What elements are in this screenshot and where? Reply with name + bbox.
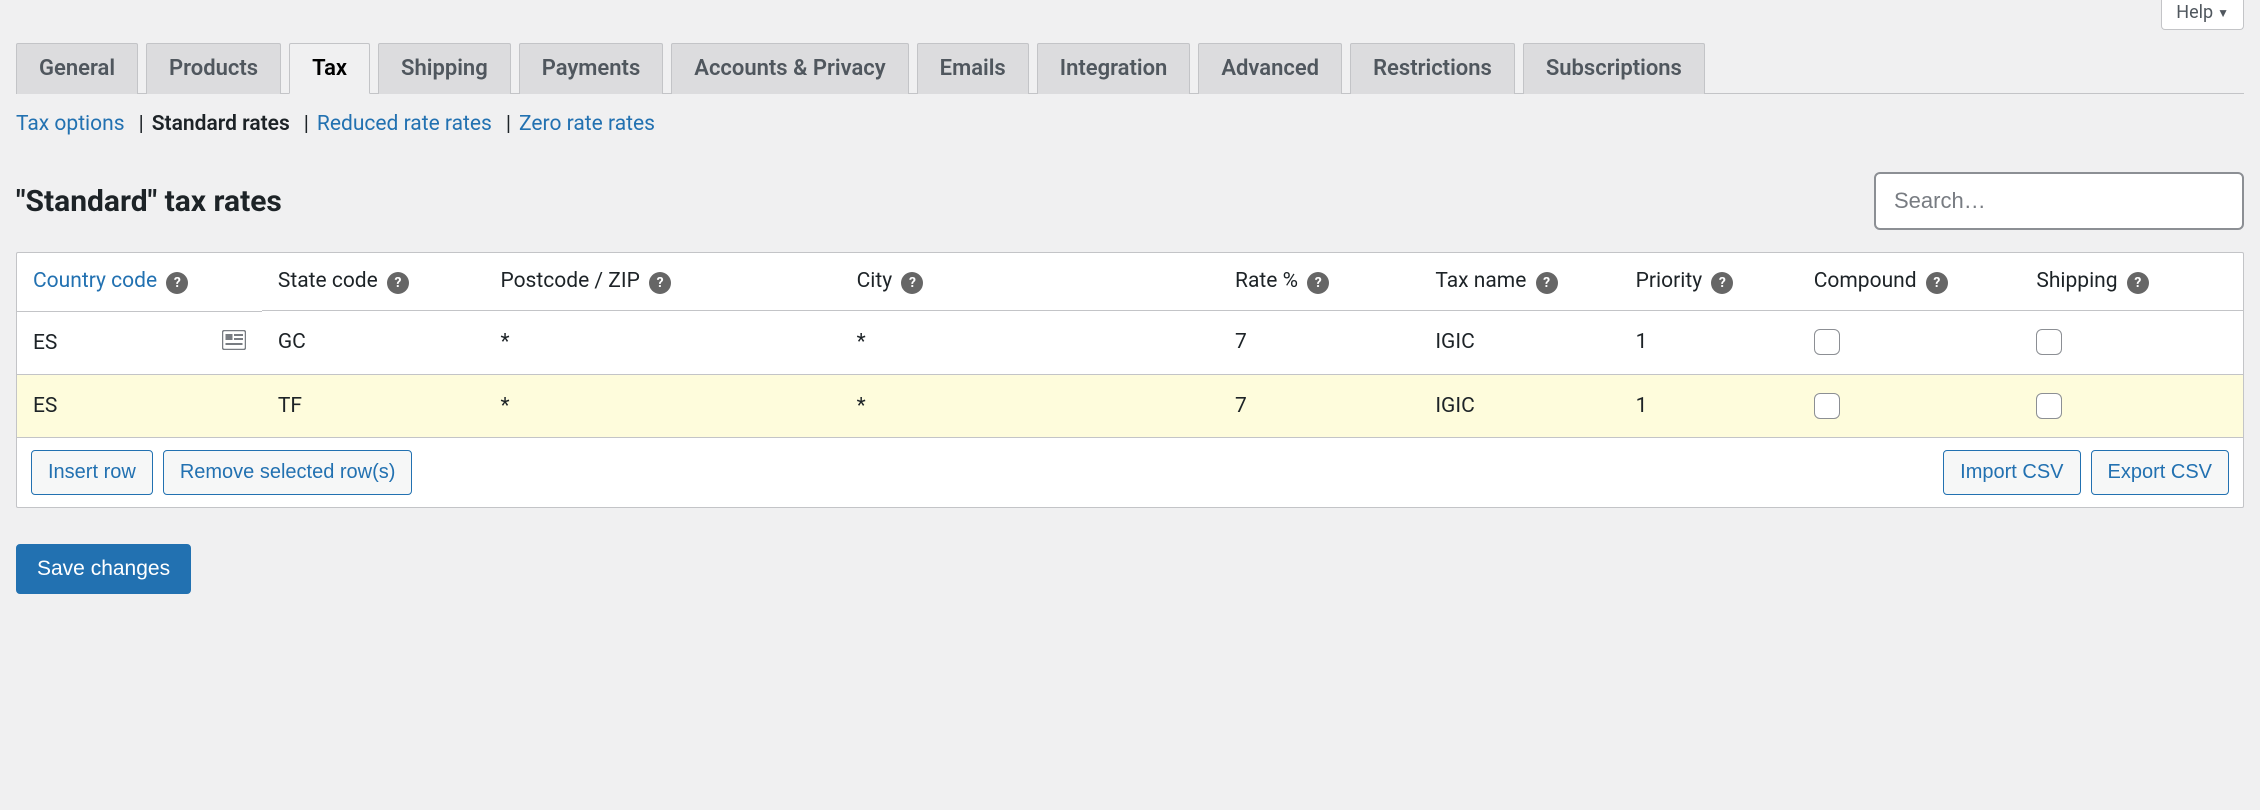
sub-tab-separator: | (498, 112, 519, 136)
cell-city[interactable]: * (841, 311, 1219, 375)
column-header-priority: Priority ? (1620, 253, 1798, 311)
sub-tab-standard-rates[interactable]: Standard rates (152, 112, 296, 136)
cell-city[interactable]: * (841, 374, 1219, 437)
cell-shipping (2020, 311, 2243, 375)
cell-compound (1798, 374, 2021, 437)
tab-subscriptions[interactable]: Subscriptions (1523, 43, 1705, 94)
cell-postcode-value: * (500, 394, 509, 418)
cell-city-value: * (857, 394, 866, 418)
sub-tab-tax-options[interactable]: Tax options (16, 112, 131, 136)
page-title: "Standard" tax rates (16, 184, 282, 219)
cell-rate[interactable]: 7 (1219, 374, 1419, 437)
sub-tab-separator: | (296, 112, 317, 136)
cell-country-code[interactable]: ES (17, 374, 262, 437)
cell-shipping-checkbox[interactable] (2036, 329, 2062, 355)
sub-tab-zero-rate-rates[interactable]: Zero rate rates (519, 112, 661, 136)
cell-compound-checkbox[interactable] (1814, 393, 1840, 419)
cell-shipping-checkbox[interactable] (2036, 393, 2062, 419)
column-header-label: Postcode / ZIP (500, 269, 639, 293)
sub-tab-separator: | (131, 112, 152, 136)
cell-state-code-value: GC (278, 330, 306, 354)
cell-compound (1798, 311, 2021, 375)
import-csv-button[interactable]: Import CSV (1943, 450, 2080, 495)
help-icon[interactable]: ? (1536, 272, 1558, 294)
cell-shipping (2020, 374, 2243, 437)
help-label: Help (2176, 2, 2213, 23)
column-header-label: City (857, 269, 893, 293)
cell-country-code-value: ES (33, 331, 57, 355)
column-header-city: City ? (841, 253, 1219, 311)
tab-general[interactable]: General (16, 43, 138, 94)
help-icon[interactable]: ? (1926, 272, 1948, 294)
help-tab[interactable]: Help ▼ (2161, 0, 2244, 30)
cell-tax-name[interactable]: IGIC (1419, 311, 1619, 375)
column-header-label: Rate % (1235, 269, 1298, 293)
tax-sub-tabs: Tax options|Standard rates|Reduced rate … (16, 112, 2244, 136)
column-header-country-code[interactable]: Country code ? (17, 253, 262, 311)
column-header-label: Compound (1814, 269, 1917, 293)
column-header-rate-: Rate % ? (1219, 253, 1419, 311)
save-changes-button[interactable]: Save changes (16, 544, 191, 594)
column-header-state-code: State code ? (262, 253, 485, 311)
cell-priority[interactable]: 1 (1620, 311, 1798, 375)
cell-tax-name-value: IGIC (1435, 394, 1474, 418)
settings-tabs: GeneralProductsTaxShippingPaymentsAccoun… (16, 42, 2244, 94)
help-icon[interactable]: ? (1711, 272, 1733, 294)
help-icon[interactable]: ? (166, 272, 188, 294)
cell-country-code[interactable]: ES (17, 311, 262, 374)
cell-rate-value: 7 (1235, 394, 1247, 418)
help-icon[interactable]: ? (649, 272, 671, 294)
tab-shipping[interactable]: Shipping (378, 43, 511, 94)
tab-accounts-privacy[interactable]: Accounts & Privacy (671, 43, 908, 94)
cell-city-value: * (857, 330, 866, 354)
tax-rates-table: Country code ?State code ?Postcode / ZIP… (17, 253, 2243, 507)
cell-state-code-value: TF (278, 394, 302, 418)
chevron-down-icon: ▼ (2217, 6, 2229, 20)
cell-compound-checkbox[interactable] (1814, 329, 1840, 355)
column-header-label: Country code (33, 269, 157, 293)
cell-priority-value: 1 (1636, 394, 1648, 418)
column-header-label: Shipping (2036, 269, 2117, 293)
cell-postcode-value: * (500, 330, 509, 354)
table-row[interactable]: ES TF * * 7 IGIC 1 (17, 374, 2243, 437)
tab-tax[interactable]: Tax (289, 43, 370, 94)
cell-rate-value: 7 (1235, 330, 1247, 354)
tab-restrictions[interactable]: Restrictions (1350, 43, 1515, 94)
cell-rate[interactable]: 7 (1219, 311, 1419, 375)
column-header-label: Priority (1636, 269, 1702, 293)
tab-payments[interactable]: Payments (519, 43, 664, 94)
table-row[interactable]: ES GC * * 7 IGIC 1 (17, 311, 2243, 375)
cell-tax-name-value: IGIC (1435, 330, 1474, 354)
cell-country-code-value: ES (33, 394, 57, 418)
column-header-label: Tax name (1435, 269, 1526, 293)
tab-products[interactable]: Products (146, 43, 281, 94)
remove-selected-rows-button[interactable]: Remove selected row(s) (163, 450, 413, 495)
cell-tax-name[interactable]: IGIC (1419, 374, 1619, 437)
cell-postcode[interactable]: * (484, 374, 840, 437)
tab-integration[interactable]: Integration (1037, 43, 1191, 94)
help-icon[interactable]: ? (2127, 272, 2149, 294)
export-csv-button[interactable]: Export CSV (2091, 450, 2229, 495)
sub-tab-reduced-rate-rates[interactable]: Reduced rate rates (317, 112, 498, 136)
help-icon[interactable]: ? (1307, 272, 1329, 294)
column-header-shipping: Shipping ? (2020, 253, 2243, 311)
help-icon[interactable]: ? (387, 272, 409, 294)
insert-row-button[interactable]: Insert row (31, 450, 153, 495)
tab-emails[interactable]: Emails (917, 43, 1029, 94)
cell-state-code[interactable]: GC (262, 311, 485, 375)
help-icon[interactable]: ? (901, 272, 923, 294)
cell-postcode[interactable]: * (484, 311, 840, 375)
cell-priority[interactable]: 1 (1620, 374, 1798, 437)
column-header-postcode-zip: Postcode / ZIP ? (484, 253, 840, 311)
cell-state-code[interactable]: TF (262, 374, 485, 437)
cell-priority-value: 1 (1636, 330, 1648, 354)
search-input[interactable] (1874, 172, 2244, 230)
column-header-compound: Compound ? (1798, 253, 2021, 311)
tab-advanced[interactable]: Advanced (1198, 43, 1342, 94)
card-icon (222, 330, 246, 356)
column-header-tax-name: Tax name ? (1419, 253, 1619, 311)
column-header-label: State code (278, 269, 378, 293)
